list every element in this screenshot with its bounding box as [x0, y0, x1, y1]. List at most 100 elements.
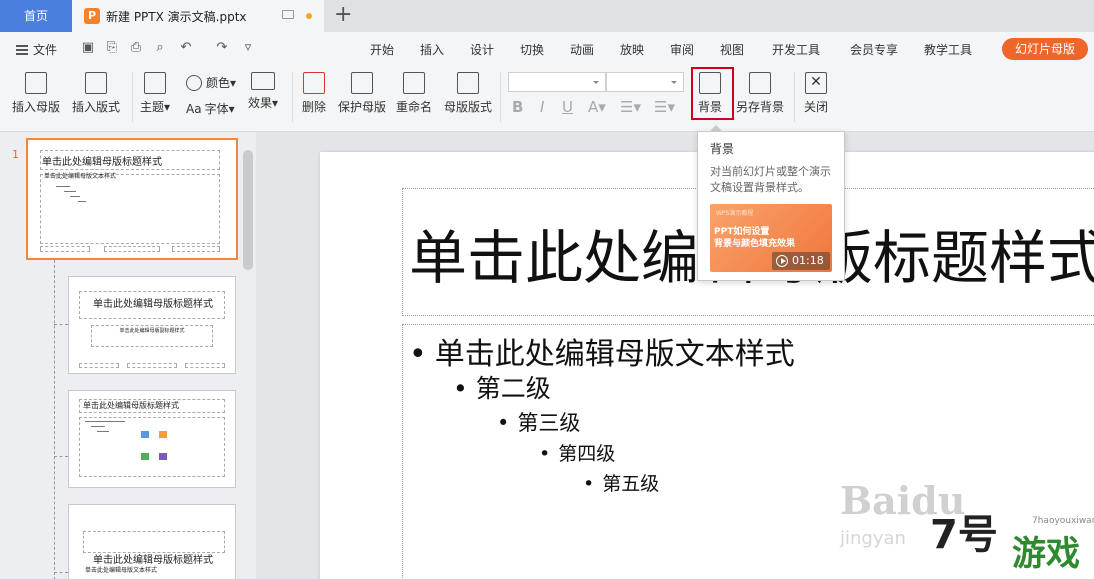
theme-button[interactable]: 主题▾ — [140, 72, 170, 115]
insert-layout-label: 插入版式 — [72, 100, 121, 114]
font-family-select[interactable] — [508, 72, 606, 92]
customize-dropdown-icon[interactable]: ▿ — [240, 40, 256, 56]
italic-icon[interactable]: I — [540, 98, 544, 116]
tooltip-title: 背景 — [710, 142, 735, 156]
new-tab-plus-icon[interactable]: + — [334, 2, 352, 28]
bullet-list-icon[interactable]: ☰▾ — [620, 98, 641, 116]
underline-icon[interactable]: U — [562, 98, 573, 116]
tree-line — [54, 456, 68, 457]
hamburger-icon — [16, 44, 28, 55]
tab-transition[interactable]: 切换 — [520, 41, 544, 58]
video-duration: 01:18 — [792, 254, 824, 267]
play-icon — [776, 255, 788, 267]
insert-master-icon — [25, 72, 47, 94]
tab-developer[interactable]: 开发工具 — [772, 41, 820, 58]
tab-insert[interactable]: 插入 — [420, 41, 444, 58]
slide-thumbnail-panel[interactable]: 1 单击此处编辑母版标题样式 单击此处编辑母版文本样式 单击此处编辑母版标题样式… — [0, 132, 256, 579]
tab-member[interactable]: 会员专享 — [850, 41, 898, 58]
thumb-title: 单击此处编辑母版标题样式 — [93, 299, 213, 310]
mini-line — [97, 431, 109, 432]
file-menu-label: 文件 — [33, 43, 58, 57]
insert-master-label: 插入母版 — [12, 100, 61, 114]
thumb-body-placeholder — [40, 174, 220, 244]
thumb-footer — [172, 246, 220, 252]
insert-master-button[interactable]: 插入母版 — [12, 72, 60, 115]
thumbnail-title-layout[interactable]: 单击此处编辑母版标题样式 单击此处编辑母版副标题样式 — [68, 276, 236, 374]
video-icon — [159, 453, 167, 460]
tab-teaching[interactable]: 教学工具 — [924, 41, 972, 58]
tab-animation[interactable]: 动画 — [570, 41, 594, 58]
save-icon[interactable]: ▣ — [80, 40, 96, 56]
undo-icon[interactable]: ↶ — [178, 40, 194, 56]
monitor-icon[interactable] — [282, 10, 294, 19]
print-preview-icon[interactable]: ⌕ — [152, 40, 168, 56]
save-background-button[interactable]: 另存背景 — [736, 72, 784, 115]
thumb-title: 单击此处编辑母版标题样式 — [83, 401, 179, 410]
palette-icon — [186, 74, 202, 91]
tab-design[interactable]: 设计 — [470, 41, 494, 58]
site-logo-url: 7haoyouxiwang — [1032, 516, 1094, 526]
mini-line — [56, 186, 70, 187]
delete-icon — [303, 72, 325, 94]
tab-start[interactable]: 开始 — [370, 41, 394, 58]
tab-review[interactable]: 审阅 — [670, 41, 694, 58]
close-master-button[interactable]: ✕ 关闭 — [804, 72, 828, 115]
close-label: 关闭 — [804, 100, 829, 114]
scrollbar[interactable] — [243, 150, 253, 270]
effect-button[interactable]: 效果▾ — [248, 72, 278, 111]
unsaved-indicator — [306, 13, 312, 19]
delete-button[interactable]: 删除 — [302, 72, 326, 115]
thumb-title: 单击此处编辑母版标题样式 — [93, 555, 213, 566]
home-tab[interactable]: 首页 — [0, 0, 72, 32]
separator — [132, 72, 133, 122]
rename-button[interactable]: 重命名 — [396, 72, 432, 115]
font-color-icon[interactable]: A▾ — [588, 98, 606, 116]
tab-slideshow[interactable]: 放映 — [620, 41, 644, 58]
color-label: 颜色 — [206, 76, 231, 90]
export-icon[interactable]: ⎘ — [104, 40, 120, 56]
mini-line — [91, 426, 105, 427]
thumb-footer — [79, 363, 119, 368]
master-layout-button[interactable]: 母版版式 — [444, 72, 492, 115]
text-level-5: • 第五级 — [583, 473, 660, 495]
thumb-subtitle: 单击此处编辑母版文本样式 — [85, 567, 158, 574]
lock-icon — [351, 72, 373, 94]
site-logo-number: 7号 — [930, 512, 998, 558]
protect-master-button[interactable]: 保护母版 — [338, 72, 386, 115]
text-level-4: • 第四级 — [539, 443, 616, 465]
separator — [794, 72, 795, 122]
thumb-title-placeholder — [83, 531, 225, 553]
save-background-label: 另存背景 — [736, 100, 785, 114]
master-layout-icon — [457, 72, 479, 94]
redo-icon[interactable]: ↷ — [214, 40, 230, 56]
font-size-select[interactable] — [606, 72, 684, 92]
save-background-icon — [749, 72, 771, 94]
menu-bar: 文件 ▣ ⎘ ⎙ ⌕ ↶ ↷ ▿ 开始 插入 设计 切换 动画 放映 审阅 视图… — [0, 32, 1094, 66]
print-icon[interactable]: ⎙ — [128, 40, 144, 56]
numbered-list-icon[interactable]: ☰▾ — [654, 98, 675, 116]
tutorial-video-thumbnail[interactable]: WPS演示教程 PPT如何设置 背景与颜色填充效果 01:18 — [710, 204, 832, 272]
tab-view[interactable]: 视图 — [720, 41, 744, 58]
thumbnail-content-layout[interactable]: 单击此处编辑母版标题样式 — [68, 390, 236, 488]
thumb-footer — [185, 363, 225, 368]
theme-icon — [144, 72, 167, 94]
bold-icon[interactable]: B — [512, 98, 523, 116]
text-level-3: • 第三级 — [497, 411, 581, 435]
color-button[interactable]: 颜色 ▾ — [186, 74, 236, 91]
mini-line — [78, 201, 86, 202]
background-highlight-box — [691, 67, 734, 120]
tab-slide-master[interactable]: 幻灯片母版 — [1002, 38, 1088, 60]
document-tab[interactable]: P 新建 PPTX 演示文稿.pptx — [72, 0, 324, 32]
thumb-title: 单击此处编辑母版标题样式 — [42, 157, 162, 168]
insert-layout-icon — [85, 72, 107, 94]
chart-icon — [159, 431, 167, 438]
mini-line — [64, 191, 76, 192]
file-menu[interactable]: 文件 — [16, 41, 57, 58]
font-button[interactable]: Aa 字体 ▾ — [186, 100, 235, 117]
effect-icon — [251, 72, 276, 90]
thumbnail-master[interactable]: 单击此处编辑母版标题样式 单击此处编辑母版文本样式 — [26, 138, 238, 260]
jingyan-watermark: jingyan — [840, 528, 906, 549]
table-icon — [141, 453, 149, 460]
thumbnail-section-layout[interactable]: 单击此处编辑母版标题样式 单击此处编辑母版文本样式 — [68, 504, 236, 579]
insert-layout-button[interactable]: 插入版式 — [72, 72, 120, 115]
